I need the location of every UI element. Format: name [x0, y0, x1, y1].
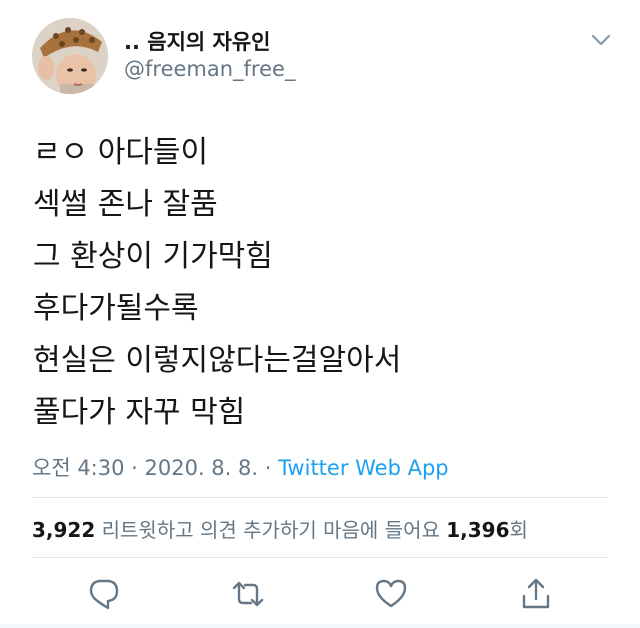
tweet-text: ㄹㅇ 아다들이 섹썰 존나 잘품 그 환상이 기가막힘 후다가될수록 현실은 이…	[33, 127, 613, 439]
tweet-metadata: 오전 4:30 · 2020. 8. 8. · Twitter Web App	[32, 452, 449, 482]
retweet-count[interactable]: 3,922	[32, 518, 95, 542]
like-button[interactable]	[369, 572, 413, 616]
retweet-count-label[interactable]: 리트윗하고 의견 추가하기	[95, 518, 323, 542]
chevron-down-icon[interactable]	[590, 32, 612, 48]
tweet-stats: 3,922 리트윗하고 의견 추가하기 마음에 들어요 1,396회	[32, 514, 528, 543]
display-name[interactable]: .. 음지의 자유인	[124, 26, 271, 56]
divider	[32, 497, 608, 498]
like-icon	[375, 579, 407, 608]
avatar[interactable]	[32, 18, 108, 94]
share-icon	[522, 578, 550, 609]
retweet-button[interactable]	[226, 572, 270, 616]
tweet-source-link[interactable]: Twitter Web App	[278, 456, 449, 480]
divider	[32, 557, 608, 558]
like-count[interactable]: 1,396	[446, 518, 509, 542]
tweet-timestamp[interactable]: 오전 4:30 · 2020. 8. 8. ·	[32, 456, 278, 480]
tweet-actions	[0, 572, 640, 616]
bottom-strip	[0, 624, 640, 628]
tweet-line: 후다가될수록	[33, 291, 199, 326]
like-count-label[interactable]: 마음에 들어요	[323, 518, 446, 542]
share-button[interactable]	[514, 572, 558, 616]
retweet-icon	[232, 581, 264, 607]
avatar-image	[32, 18, 108, 94]
reply-icon	[89, 579, 119, 610]
tweet-header: .. 음지의 자유인 @freeman_free_	[0, 0, 640, 100]
tweet-line: 현실은 이렇지않다는걸알아서	[33, 343, 402, 378]
tweet-line: 풀다가 자꾸 막힘	[33, 395, 246, 430]
user-handle[interactable]: @freeman_free_	[124, 57, 295, 81]
like-count-suffix: 회	[509, 518, 528, 542]
tweet-line: ㄹㅇ 아다들이	[33, 135, 209, 170]
tweet-line: 그 환상이 기가막힘	[33, 239, 273, 274]
reply-button[interactable]	[82, 572, 126, 616]
tweet-line: 섹썰 존나 잘품	[33, 187, 218, 222]
